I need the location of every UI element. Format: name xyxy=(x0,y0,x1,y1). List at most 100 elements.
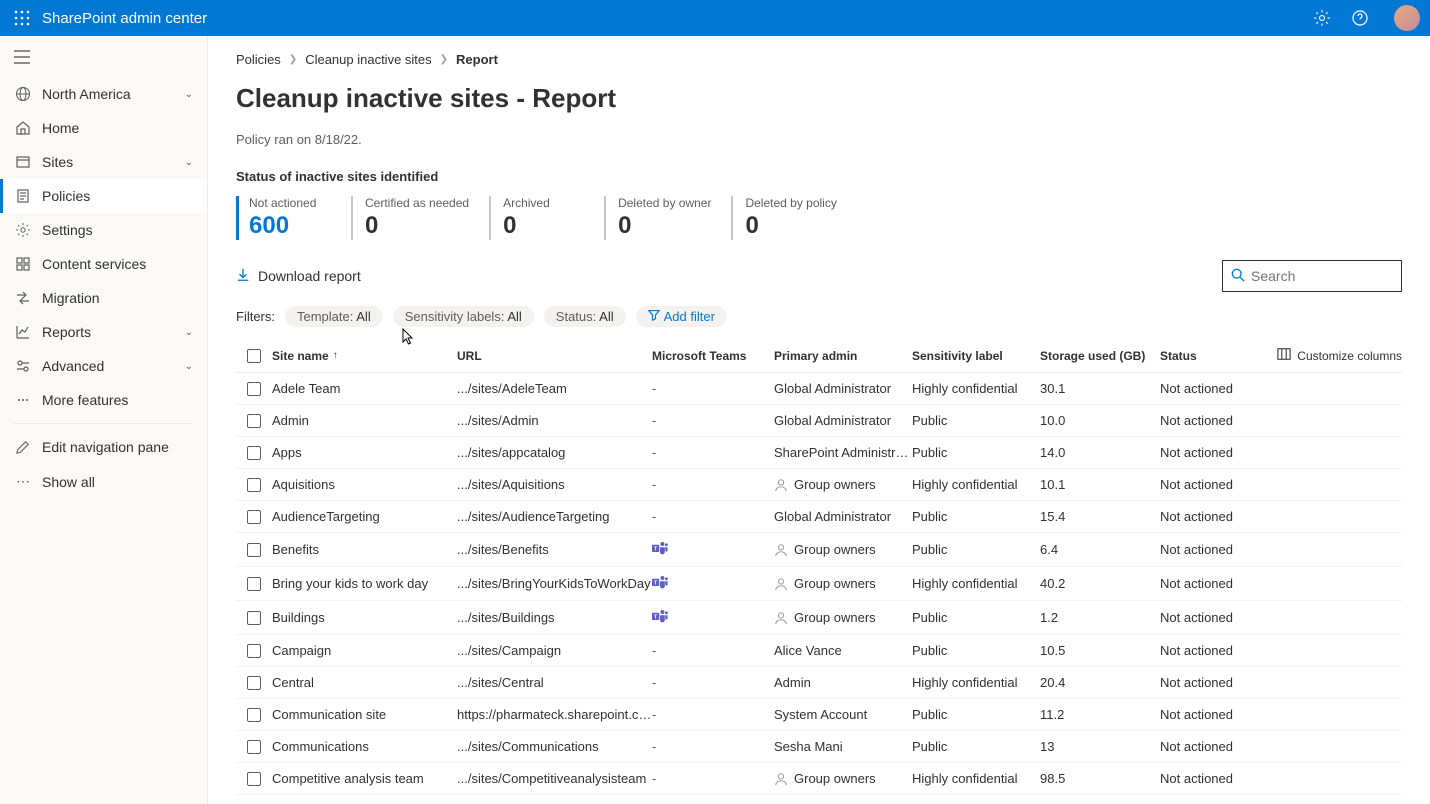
site-name-cell[interactable]: Campaign xyxy=(272,643,457,658)
url-cell[interactable]: https://pharmateck.sharepoint.com xyxy=(457,707,652,722)
table-row[interactable]: Aquisitions .../sites/Aquisitions - Grou… xyxy=(236,469,1402,501)
help-icon[interactable] xyxy=(1350,8,1370,28)
table-row[interactable]: Adele Team .../sites/AdeleTeam - Global … xyxy=(236,373,1402,405)
collapse-nav-icon[interactable] xyxy=(0,40,207,77)
row-checkbox[interactable] xyxy=(247,446,261,460)
table-row[interactable]: Communication site https://pharmateck.sh… xyxy=(236,699,1402,731)
url-cell[interactable]: .../sites/Aquisitions xyxy=(457,477,652,492)
table-row[interactable]: Central .../sites/Central - Admin Highly… xyxy=(236,667,1402,699)
url-cell[interactable]: .../sites/Communications xyxy=(457,739,652,754)
select-all-checkbox[interactable] xyxy=(247,349,261,363)
site-name-cell[interactable]: Apps xyxy=(272,445,457,460)
site-name-cell[interactable]: Bring your kids to work day xyxy=(272,576,457,591)
url-cell[interactable]: .../sites/Benefits xyxy=(457,542,652,557)
stat-deleted-by-owner[interactable]: Deleted by owner0 xyxy=(604,196,731,240)
site-name-cell[interactable]: Competitive analysis team xyxy=(272,771,457,786)
row-checkbox[interactable] xyxy=(247,510,261,524)
row-checkbox[interactable] xyxy=(247,382,261,396)
row-checkbox[interactable] xyxy=(247,708,261,722)
url-cell[interactable]: .../sites/Central xyxy=(457,675,652,690)
breadcrumb-item[interactable]: Cleanup inactive sites xyxy=(305,52,431,67)
table-row[interactable]: Bring your kids to work day .../sites/Br… xyxy=(236,567,1402,601)
row-checkbox[interactable] xyxy=(247,676,261,690)
edit-navigation-pane[interactable]: Edit navigation pane xyxy=(0,430,207,464)
url-cell[interactable]: .../sites/Buildings xyxy=(457,610,652,625)
site-name-cell[interactable]: Benefits xyxy=(272,542,457,557)
sidebar-item-advanced[interactable]: Advanced ⌄ xyxy=(0,349,207,383)
row-checkbox[interactable] xyxy=(247,644,261,658)
table-row[interactable]: Competitive analysis team .../sites/Comp… xyxy=(236,763,1402,795)
admin-cell: System Account xyxy=(774,707,912,722)
show-all[interactable]: ⋯ Show all xyxy=(0,464,207,499)
sensitivity-cell: Highly confidential xyxy=(912,675,1040,690)
app-launcher-icon[interactable] xyxy=(10,6,34,30)
site-name-cell[interactable]: Central xyxy=(272,675,457,690)
chevron-right-icon: ❯ xyxy=(440,54,448,65)
url-cell[interactable]: .../sites/Admin xyxy=(457,413,652,428)
filter-pill[interactable]: Status: All xyxy=(544,306,626,327)
row-checkbox[interactable] xyxy=(247,543,261,557)
row-checkbox[interactable] xyxy=(247,478,261,492)
sidebar-item-migration[interactable]: Migration xyxy=(0,281,207,315)
sidebar-item-more-features[interactable]: More features xyxy=(0,383,207,417)
site-name-cell[interactable]: Buildings xyxy=(272,610,457,625)
site-name-cell[interactable]: Aquisitions xyxy=(272,477,457,492)
table-row[interactable]: Communications .../sites/Communications … xyxy=(236,731,1402,763)
column-header-name[interactable]: Site name↑ xyxy=(272,349,457,363)
column-header-teams[interactable]: Microsoft Teams xyxy=(652,349,774,363)
search-box[interactable] xyxy=(1222,260,1402,292)
search-input[interactable] xyxy=(1251,268,1430,284)
table-row[interactable]: Admin .../sites/Admin - Global Administr… xyxy=(236,405,1402,437)
site-name-cell[interactable]: Adele Team xyxy=(272,381,457,396)
url-cell[interactable]: .../sites/AdeleTeam xyxy=(457,381,652,396)
sidebar-item-sites[interactable]: Sites ⌄ xyxy=(0,145,207,179)
sidebar-item-reports[interactable]: Reports ⌄ xyxy=(0,315,207,349)
status-cell: Not actioned xyxy=(1160,477,1260,492)
column-header-url[interactable]: URL xyxy=(457,349,652,363)
table-row[interactable]: Apps .../sites/appcatalog - SharePoint A… xyxy=(236,437,1402,469)
table-row[interactable]: Conference .../sites/Conference - Group … xyxy=(236,795,1402,804)
nav-divider xyxy=(14,423,193,424)
site-name-cell[interactable]: Communications xyxy=(272,739,457,754)
row-checkbox[interactable] xyxy=(247,611,261,625)
admin-cell: SharePoint Administrator xyxy=(774,445,912,460)
column-header-status[interactable]: Status xyxy=(1160,349,1260,363)
add-filter-button[interactable]: Add filter xyxy=(636,306,727,327)
table-row[interactable]: AudienceTargeting .../sites/AudienceTarg… xyxy=(236,501,1402,533)
sidebar-item-policies[interactable]: Policies xyxy=(0,179,207,213)
stat-certified-as-needed[interactable]: Certified as needed0 xyxy=(351,196,489,240)
table-row[interactable]: Benefits .../sites/Benefits T Group owne… xyxy=(236,533,1402,567)
breadcrumb-item[interactable]: Policies xyxy=(236,52,281,67)
settings-gear-icon[interactable] xyxy=(1312,8,1332,28)
download-report-button[interactable]: Download report xyxy=(236,268,361,285)
customize-columns-button[interactable]: Customize columns xyxy=(1260,347,1402,364)
site-name-cell[interactable]: Admin xyxy=(272,413,457,428)
site-name-cell[interactable]: Communication site xyxy=(272,707,457,722)
url-cell[interactable]: .../sites/AudienceTargeting xyxy=(457,509,652,524)
url-cell[interactable]: .../sites/BringYourKidsToWorkDay xyxy=(457,576,652,591)
url-cell[interactable]: .../sites/appcatalog xyxy=(457,445,652,460)
column-header-storage[interactable]: Storage used (GB) xyxy=(1040,349,1160,363)
sidebar-item-home[interactable]: Home xyxy=(0,111,207,145)
row-checkbox[interactable] xyxy=(247,577,261,591)
stat-not-actioned[interactable]: Not actioned600 xyxy=(236,196,351,240)
teams-cell: - xyxy=(652,675,774,690)
sidebar-item-content-services[interactable]: Content services xyxy=(0,247,207,281)
column-header-sensitivity[interactable]: Sensitivity label xyxy=(912,349,1040,363)
filter-pill[interactable]: Sensitivity labels: All xyxy=(393,306,534,327)
region-selector[interactable]: North America ⌄ xyxy=(0,77,207,111)
url-cell[interactable]: .../sites/Competitiveanalysisteam xyxy=(457,771,652,786)
table-row[interactable]: Buildings .../sites/Buildings T Group ow… xyxy=(236,601,1402,635)
url-cell[interactable]: .../sites/Campaign xyxy=(457,643,652,658)
table-row[interactable]: Campaign .../sites/Campaign - Alice Vanc… xyxy=(236,635,1402,667)
stat-deleted-by-policy[interactable]: Deleted by policy0 xyxy=(731,196,856,240)
row-checkbox[interactable] xyxy=(247,772,261,786)
user-avatar[interactable] xyxy=(1394,5,1420,31)
row-checkbox[interactable] xyxy=(247,414,261,428)
site-name-cell[interactable]: AudienceTargeting xyxy=(272,509,457,524)
row-checkbox[interactable] xyxy=(247,740,261,754)
column-header-admin[interactable]: Primary admin xyxy=(774,349,912,363)
sidebar-item-settings[interactable]: Settings xyxy=(0,213,207,247)
filter-pill[interactable]: Template: All xyxy=(285,306,383,327)
stat-archived[interactable]: Archived0 xyxy=(489,196,604,240)
